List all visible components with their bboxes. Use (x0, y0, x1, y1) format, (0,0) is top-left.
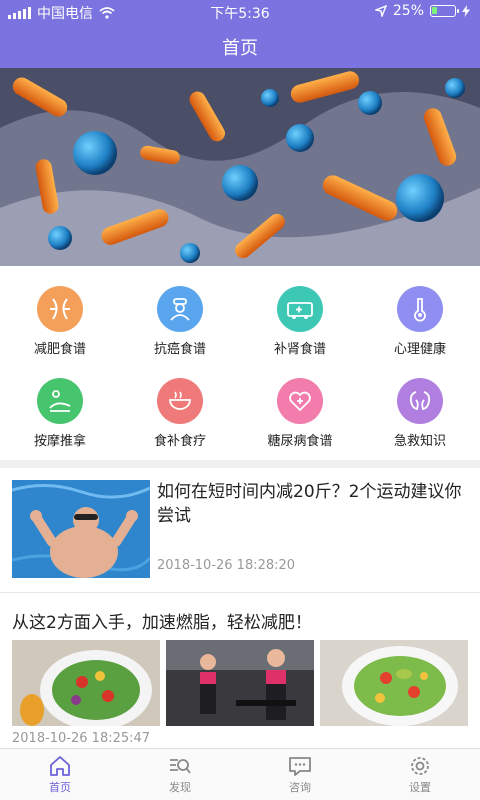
tab-home[interactable]: 首页 (0, 749, 120, 800)
category-grid: 减肥食谱 抗癌食谱 补肾食谱 心理健康 按摩推拿 食补食疗 糖尿病食谱 急救知识 (0, 272, 480, 454)
category-label: 糖尿病食谱 (267, 434, 333, 449)
category-label: 抗癌食谱 (153, 342, 206, 357)
category-label: 按摩推拿 (33, 434, 86, 449)
category-anticancer[interactable]: 抗癌食谱 (120, 272, 240, 358)
list-divider (0, 592, 480, 593)
status-bar: 中国电信 下午5:36 25% (0, 0, 480, 24)
status-right: 25% (374, 3, 470, 19)
tab-label: 设置 (409, 780, 431, 794)
battery-icon (430, 5, 459, 17)
article-card[interactable]: 从这2方面入手，加速燃脂，轻松减肥！ 2018-10-26 18:25:47 (0, 596, 480, 748)
article-time: 2018-10-26 18:28:20 (157, 558, 296, 573)
charging-icon (462, 5, 470, 17)
category-food-therapy[interactable]: 食补食疗 (120, 364, 240, 450)
banner-image[interactable] (0, 68, 480, 266)
article-image-row (12, 640, 468, 726)
home-icon (50, 755, 70, 776)
ambulance-icon (277, 286, 323, 332)
doctor-icon (157, 286, 203, 332)
battery-percent: 25% (392, 3, 424, 19)
tab-discover[interactable]: 发现 (120, 749, 240, 800)
category-label: 急救知识 (393, 434, 446, 449)
location-icon (374, 5, 387, 17)
category-massage[interactable]: 按摩推拿 (0, 364, 120, 450)
discover-icon (170, 758, 191, 774)
article-title: 如何在短时间内减20斤？2个运动建议你尝试 (157, 482, 462, 526)
article-card[interactable]: 如何在短时间内减20斤？2个运动建议你尝试 2018-10-26 18:28:2… (0, 468, 480, 590)
avocado-salad-image (320, 640, 468, 726)
category-label: 补肾食谱 (273, 342, 326, 357)
category-weight-loss[interactable]: 减肥食谱 (0, 272, 120, 358)
section-divider (0, 460, 480, 468)
category-mental-health[interactable]: 心理健康 (360, 272, 480, 358)
massage-icon (37, 378, 83, 424)
category-label: 减肥食谱 (33, 342, 86, 357)
category-kidney[interactable]: 补肾食谱 (240, 272, 360, 358)
article-time: 2018-10-26 18:25:47 (12, 731, 151, 746)
tab-consult[interactable]: 咨询 (240, 749, 360, 800)
category-diabetes[interactable]: 糖尿病食谱 (240, 364, 360, 450)
gym-image (166, 640, 314, 726)
tab-label: 咨询 (289, 780, 311, 794)
tab-label: 发现 (169, 780, 191, 794)
category-label: 食补食疗 (153, 434, 206, 449)
settings-icon (411, 756, 429, 775)
tab-bar: 首页 发现 咨询 设置 (0, 748, 480, 800)
salad-image (12, 640, 160, 726)
article-thumbnail (12, 480, 150, 578)
bacteria-illustration (0, 68, 480, 266)
chat-icon (289, 756, 311, 776)
weight-loss-icon (37, 286, 83, 332)
page-title: 首页 (222, 38, 258, 59)
kidney-icon (397, 378, 443, 424)
heart-plus-icon (277, 378, 323, 424)
tab-settings[interactable]: 设置 (360, 749, 480, 800)
category-first-aid[interactable]: 急救知识 (360, 364, 480, 450)
article-title: 从这2方面入手，加速燃脂，轻松减肥！ (12, 613, 312, 633)
tab-label: 首页 (49, 780, 71, 794)
category-label: 心理健康 (393, 342, 446, 357)
bowl-icon (157, 378, 203, 424)
thermometer-icon (397, 286, 443, 332)
top-bar: 中国电信 下午5:36 25% 首页 (0, 0, 480, 68)
